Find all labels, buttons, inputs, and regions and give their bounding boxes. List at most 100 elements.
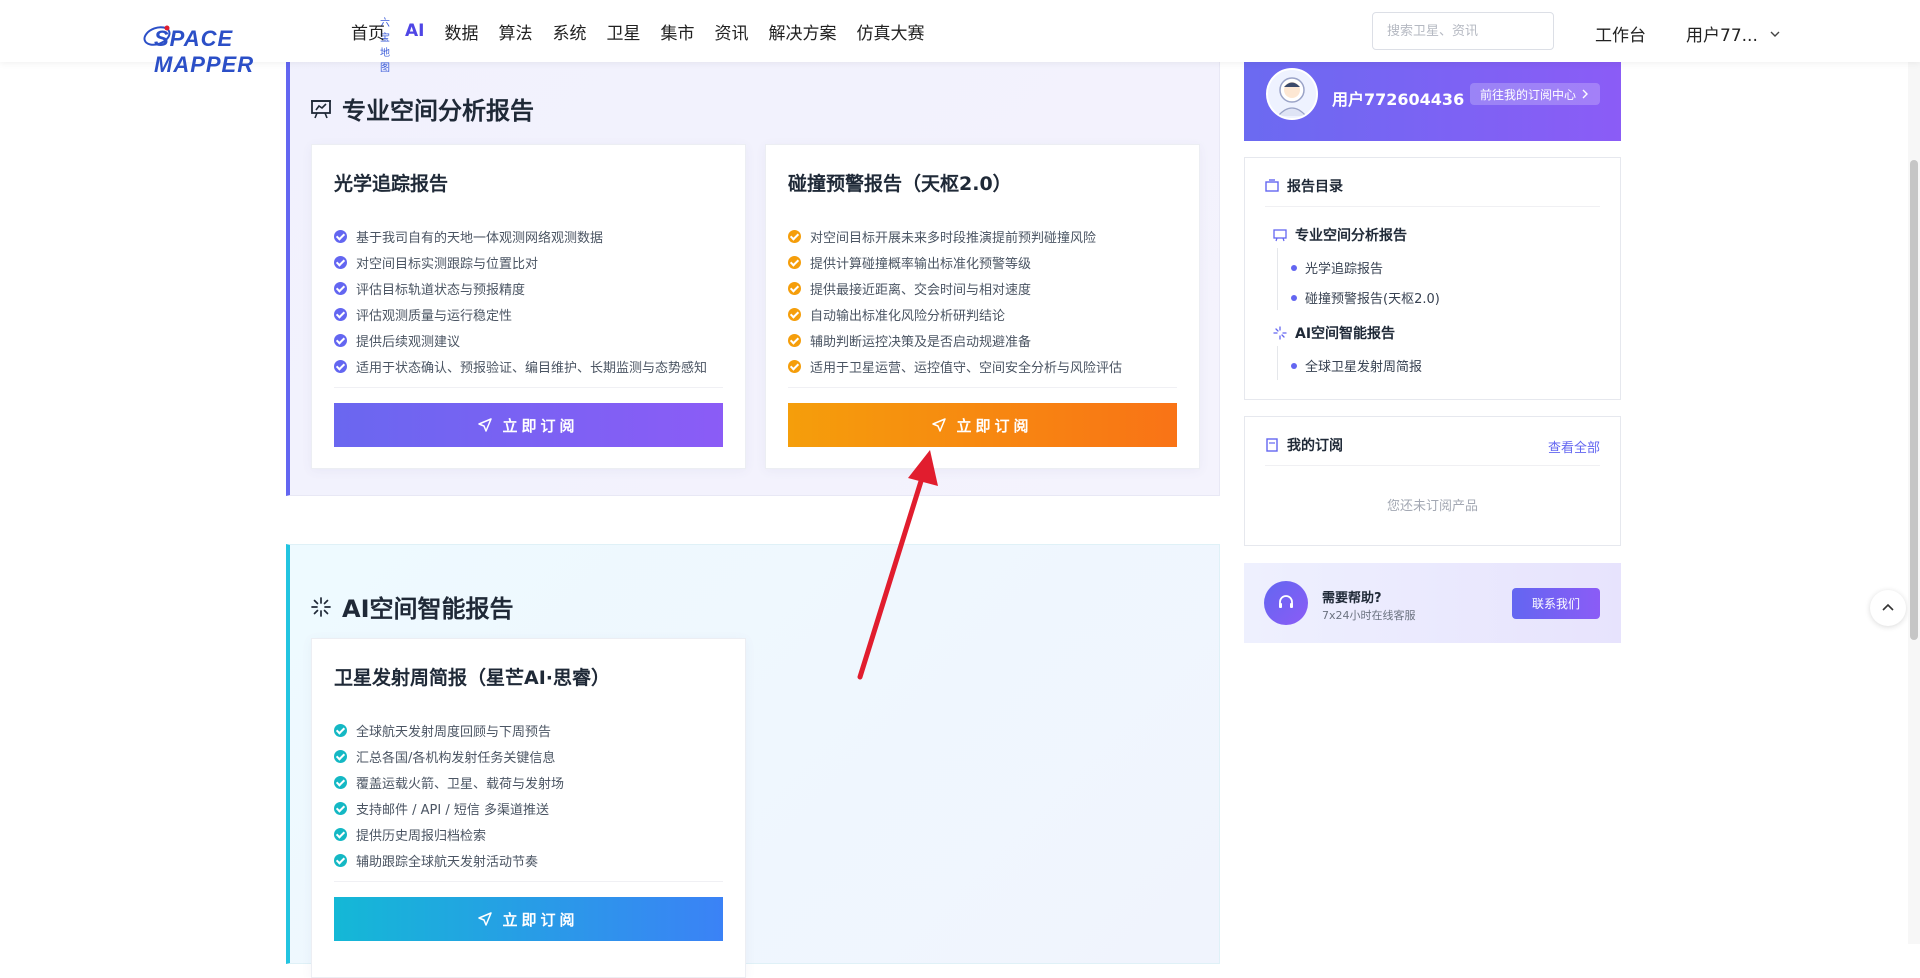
toc-divider [1265,206,1600,207]
nav-algorithm[interactable]: 算法 [498,19,532,44]
report-card-optical: 光学追踪报告 基于我司自有的天地一体观测网络观测数据 对空间目标实测跟踪与位置比… [311,144,746,469]
folder-icon [1265,179,1279,192]
check-icon [334,229,347,243]
subscriptions-title: 我的订阅 [1287,438,1343,454]
card-title: 碰撞预警报告（天枢2.0） [788,173,1012,195]
sparkle-icon [311,596,331,617]
card-divider [334,387,723,388]
send-icon [932,418,947,432]
scroll-to-top-button[interactable] [1870,590,1906,626]
presentation-icon [311,99,331,118]
feature-item: 辅助跟踪全球航天发射活动节奏 [334,847,564,873]
feature-item: 评估目标轨道状态与预报精度 [334,275,707,301]
subscription-center-link[interactable]: 前往我的订阅中心 [1470,83,1601,105]
subscriptions-divider [1265,465,1600,466]
check-icon [788,255,801,269]
feature-item: 提供计算碰撞概率输出标准化预警等级 [788,249,1122,275]
bullet-dot [1291,264,1297,271]
feature-item: 覆盖运载火箭、卫星、载荷与发射场 [334,769,564,795]
feature-text: 适用于状态确认、预报验证、编目维护、长期监测与态势感知 [356,360,708,376]
ai-section-title-text: AI空间智能报告 [342,595,514,623]
toc-item-label: 全球卫星发射周简报 [1305,360,1423,375]
user-menu[interactable]: 用户77... [1686,21,1780,46]
feature-item: 提供历史周报归档检索 [334,821,564,847]
subscribe-button-optical[interactable]: 立即订阅 [334,403,723,447]
toc-item-launch-weekly[interactable]: 全球卫星发射周简报 [1291,356,1422,375]
button-label: 立即订阅 [502,416,579,435]
top-header: 六宝地图 SPACE MAPPER 首页 AI 数据 算法 系统 卫星 集市 资… [0,0,1920,77]
sparkle-icon [1273,326,1287,340]
check-icon [788,333,801,347]
subscription-center-label: 前往我的订阅中心 [1480,87,1577,102]
check-icon [334,853,347,867]
check-icon [788,281,801,295]
nav-system[interactable]: 系统 [552,19,586,44]
avatar [1266,68,1318,120]
feature-text: 提供后续观测建议 [356,334,461,350]
toc-guide-line [1277,248,1278,310]
feature-text: 辅助跟踪全球航天发射活动节奏 [356,854,539,870]
toc-group-pro[interactable]: 专业空间分析报告 [1273,225,1407,245]
nav-solutions[interactable]: 解决方案 [768,19,836,44]
logo-text: SPACE MAPPER [154,26,255,77]
nav-market[interactable]: 集市 [660,19,694,44]
user-menu-label: 用户77... [1686,26,1758,46]
check-icon [334,307,347,321]
toc-group-ai[interactable]: AI空间智能报告 [1273,323,1395,343]
subscribe-button-collision[interactable]: 立即订阅 [788,403,1177,447]
nav-data[interactable]: 数据 [444,19,478,44]
toc-item-optical[interactable]: 光学追踪报告 [1291,258,1383,277]
send-icon [478,912,493,926]
toc-title: 报告目录 [1287,179,1343,195]
button-label: 立即订阅 [502,910,579,929]
workbench-link[interactable]: 工作台 [1595,21,1646,46]
view-all-link[interactable]: 查看全部 [1548,437,1600,456]
feature-text: 评估观测质量与运行稳定性 [356,308,513,324]
check-icon [334,827,347,841]
pro-section-title: 专业空间分析报告 [310,91,534,126]
toc-group-label: AI空间智能报告 [1295,326,1396,342]
nav-competition[interactable]: 仿真大赛 [856,19,924,44]
feature-item: 辅助判断运控决策及是否启动规避准备 [788,327,1122,353]
send-icon [478,418,493,432]
logo[interactable]: 六宝地图 SPACE MAPPER [142,12,390,77]
feature-text: 对空间目标开展未来多时段推演提前预判碰撞风险 [810,230,1097,246]
chevron-right-icon [1582,89,1589,99]
feature-text: 评估目标轨道状态与预报精度 [356,282,526,298]
nav-satellite[interactable]: 卫星 [606,19,640,44]
check-icon [334,775,347,789]
scrollbar-thumb[interactable] [1910,160,1918,640]
nav-home[interactable]: 首页 [351,19,385,44]
feature-text: 全球航天发射周度回顾与下周预告 [356,724,552,740]
feature-text: 提供历史周报归档检索 [356,828,487,844]
subscribe-button-launch-weekly[interactable]: 立即订阅 [334,897,723,941]
feature-list: 对空间目标开展未来多时段推演提前预判碰撞风险 提供计算碰撞概率输出标准化预警等级… [788,223,1122,379]
presentation-icon [1273,229,1287,242]
feature-item: 对空间目标开展未来多时段推演提前预判碰撞风险 [788,223,1122,249]
check-icon [334,255,347,269]
contact-us-button[interactable]: 联系我们 [1512,588,1600,619]
check-icon [334,359,347,373]
feature-item: 适用于状态确认、预报验证、编目维护、长期监测与态势感知 [334,353,707,379]
feature-text: 对空间目标实测跟踪与位置比对 [356,256,539,272]
toc-group-label: 专业空间分析报告 [1295,228,1407,244]
check-icon [334,749,347,763]
nav-ai[interactable]: AI [405,21,424,41]
ai-section-title: AI空间智能报告 [310,589,514,624]
help-title: 需要帮助? [1322,591,1382,606]
toc-guide-line [1277,346,1278,380]
help-card: 需要帮助? 7x24小时在线客服 联系我们 [1244,563,1621,643]
feature-text: 覆盖运载火箭、卫星、载荷与发射场 [356,776,565,792]
feature-list: 全球航天发射周度回顾与下周预告 汇总各国/各机构发射任务关键信息 覆盖运载火箭、… [334,717,564,873]
search-input[interactable] [1372,12,1554,50]
toc-item-collision[interactable]: 碰撞预警报告(天枢2.0) [1291,288,1440,307]
feature-text: 适用于卫星运营、运控值守、空间安全分析与风险评估 [810,360,1123,376]
feature-text: 基于我司自有的天地一体观测网络观测数据 [356,230,604,246]
headset-icon [1264,581,1308,625]
nav-news[interactable]: 资讯 [714,19,748,44]
feature-text: 提供计算碰撞概率输出标准化预警等级 [810,256,1032,272]
button-label: 立即订阅 [956,416,1033,435]
toc-item-label: 碰撞预警报告(天枢2.0) [1305,292,1440,307]
feature-item: 汇总各国/各机构发射任务关键信息 [334,743,564,769]
subscriptions-header: 我的订阅 [1265,435,1343,455]
